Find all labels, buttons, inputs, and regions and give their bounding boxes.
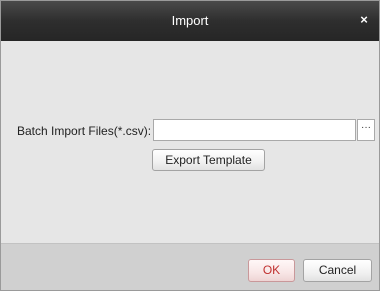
dialog-title: Import — [171, 13, 209, 28]
cancel-button[interactable]: Cancel — [303, 259, 372, 282]
dialog-titlebar[interactable]: Import × — [1, 1, 379, 41]
dialog-body — [1, 41, 379, 243]
batch-import-label: Batch Import Files(*.csv): — [17, 124, 152, 138]
close-icon[interactable]: × — [357, 12, 371, 28]
export-template-button[interactable]: Export Template — [152, 149, 265, 171]
import-file-path-input[interactable] — [153, 119, 356, 141]
ok-button[interactable]: OK — [248, 259, 295, 282]
import-dialog: Import × Batch Import Files(*.csv): ··· … — [0, 0, 380, 291]
browse-button[interactable]: ··· — [357, 119, 375, 141]
